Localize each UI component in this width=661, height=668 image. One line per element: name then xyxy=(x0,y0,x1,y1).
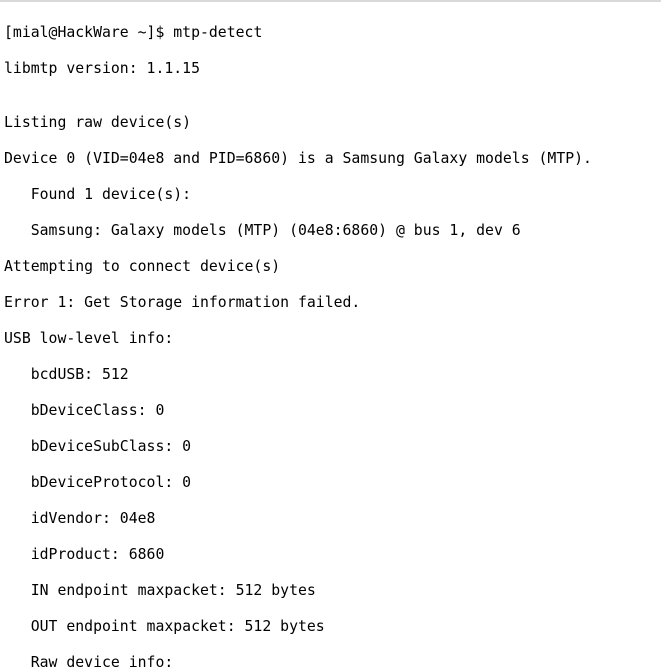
output-line: IN endpoint maxpacket: 512 bytes xyxy=(4,582,661,600)
output-line: bcdUSB: 512 xyxy=(4,366,661,384)
output-line: Device 0 (VID=04e8 and PID=6860) is a Sa… xyxy=(4,150,661,168)
prompt-line: [mial@HackWare ~]$ mtp-detect xyxy=(4,24,661,42)
output-line: libmtp version: 1.1.15 xyxy=(4,60,661,78)
shell-prompt: [mial@HackWare ~]$ xyxy=(4,24,173,41)
output-line: bDeviceProtocol: 0 xyxy=(4,474,661,492)
output-line: idVendor: 04e8 xyxy=(4,510,661,528)
terminal-output: [mial@HackWare ~]$ mtp-detect libmtp ver… xyxy=(0,2,661,668)
output-line: Found 1 device(s): xyxy=(4,186,661,204)
output-line: USB low-level info: xyxy=(4,330,661,348)
output-line: Listing raw device(s) xyxy=(4,114,661,132)
output-line: Error 1: Get Storage information failed. xyxy=(4,294,661,312)
output-line: OUT endpoint maxpacket: 512 bytes xyxy=(4,618,661,636)
output-line: Attempting to connect device(s) xyxy=(4,258,661,276)
output-line: bDeviceClass: 0 xyxy=(4,402,661,420)
output-line: idProduct: 6860 xyxy=(4,546,661,564)
output-line: bDeviceSubClass: 0 xyxy=(4,438,661,456)
output-line: Samsung: Galaxy models (MTP) (04e8:6860)… xyxy=(4,222,661,240)
typed-command: mtp-detect xyxy=(173,24,262,41)
output-line: Raw device info: xyxy=(4,654,661,668)
